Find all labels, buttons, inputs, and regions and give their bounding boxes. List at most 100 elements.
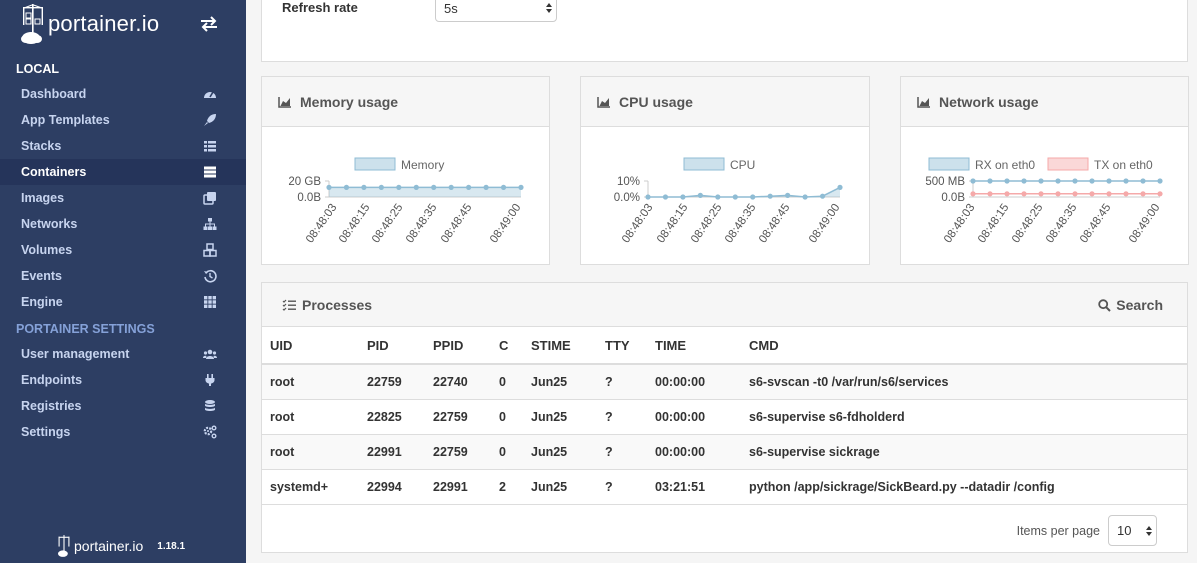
sidebar-item-registries[interactable]: Registries — [0, 393, 246, 419]
cell-uid: systemd+ — [262, 469, 359, 505]
cell-time: 00:00:00 — [647, 399, 741, 435]
area-chart-icon — [917, 96, 930, 108]
data-point — [1021, 178, 1027, 184]
table-row: root 22991 22759 0 Jun25 ? 00:00:00 s6-s… — [262, 434, 1187, 470]
cell-ppid: 22759 — [425, 434, 491, 470]
sidebar-item-label: Events — [21, 269, 62, 283]
cpu-usage-title: CPU usage — [619, 93, 693, 110]
sidebar-item-stacks[interactable]: Stacks — [0, 133, 246, 159]
sidebar-item-label: Stacks — [21, 139, 62, 153]
data-point — [500, 184, 507, 190]
x-tick-label: 08:48:35 — [1044, 202, 1080, 246]
refresh-rate-label: Refresh rate — [282, 0, 358, 15]
series-line — [648, 186, 841, 198]
x-tick-label: 08:48:03 — [942, 202, 978, 246]
crane-logo-icon — [58, 535, 70, 557]
sidebar-item-containers[interactable]: Containers — [0, 159, 246, 185]
cell-time: 00:00:00 — [647, 364, 741, 400]
sidebar: portainer.io LOCAL Dashboard App Templat… — [0, 0, 246, 563]
x-tick-label: 08:48:25 — [689, 202, 725, 246]
cell-cmd: s6-supervise sickrage — [741, 434, 1187, 470]
search-label: Search — [1116, 297, 1163, 313]
exchange-icon[interactable] — [199, 14, 219, 34]
series-area — [329, 187, 521, 197]
data-point — [1072, 178, 1078, 184]
column-header-pid[interactable]: PID — [359, 327, 425, 365]
data-point — [431, 184, 437, 190]
sidebar-item-label: Settings — [21, 425, 71, 439]
data-point — [1055, 191, 1061, 197]
sidebar-item-volumes[interactable]: Volumes — [0, 237, 246, 263]
data-point — [361, 184, 367, 190]
sidebar-item-settings[interactable]: Settings — [0, 419, 246, 445]
sidebar-item-endpoints[interactable]: Endpoints — [0, 367, 246, 393]
table-header-row: UID PID PPID C STIME TTY TIME CMD — [262, 327, 1187, 365]
column-header-uid[interactable]: UID — [262, 327, 359, 365]
column-header-stime[interactable]: STIME — [523, 327, 597, 365]
refresh-rate-select[interactable]: 5s — [435, 0, 557, 22]
cell-stime: Jun25 — [523, 364, 597, 400]
cell-stime: Jun25 — [523, 399, 597, 435]
data-point — [1106, 191, 1112, 197]
items-per-page-label: Items per page — [1016, 523, 1100, 538]
data-point — [1140, 191, 1146, 197]
portainer-logo[interactable]: portainer.io — [20, 2, 159, 46]
x-tick-label: 08:48:35 — [723, 202, 759, 246]
cell-stime: Jun25 — [523, 469, 597, 505]
x-tick-label: 08:48:25 — [1010, 202, 1046, 246]
y-tick-label: 10% — [617, 176, 640, 188]
legend-swatch — [928, 157, 970, 171]
data-point — [343, 184, 350, 190]
sidebar-item-label: Engine — [21, 295, 63, 309]
column-header-ppid[interactable]: PPID — [425, 327, 491, 365]
cogs-icon — [203, 425, 217, 439]
data-point — [1123, 191, 1129, 197]
items-per-page-select[interactable]: 10 — [1108, 515, 1157, 546]
section-local: LOCAL — [16, 62, 60, 76]
server-icon — [203, 165, 217, 179]
column-header-c[interactable]: C — [491, 327, 523, 365]
sidebar-item-dashboard[interactable]: Dashboard — [0, 81, 246, 107]
data-point — [732, 194, 738, 200]
sidebar-item-app-templates[interactable]: App Templates — [0, 107, 246, 133]
users-icon — [203, 347, 217, 361]
sidebar-item-networks[interactable]: Networks — [0, 211, 246, 237]
x-tick-label: 08:49:00 — [807, 202, 843, 246]
cell-c: 2 — [491, 469, 523, 505]
data-point — [715, 194, 721, 200]
x-tick-label: 08:49:00 — [1127, 202, 1163, 246]
clone-icon — [203, 191, 217, 205]
processes-search[interactable]: Search — [1098, 297, 1163, 313]
column-header-tty[interactable]: TTY — [597, 327, 647, 365]
cell-cmd: python /app/sickrage/SickBeard.py --data… — [741, 469, 1187, 505]
sidebar-item-label: Endpoints — [21, 373, 83, 387]
data-point — [785, 192, 791, 198]
column-header-cmd[interactable]: CMD — [741, 327, 1187, 365]
x-tick-label: 08:48:15 — [655, 202, 691, 246]
brand-name: portainer.io — [48, 11, 160, 36]
sidebar-item-images[interactable]: Images — [0, 185, 246, 211]
processes-panel: Processes Search UID PID PPID C STIME TT… — [261, 282, 1188, 553]
column-header-time[interactable]: TIME — [647, 327, 741, 365]
cell-uid: root — [262, 434, 359, 470]
memory-usage-panel: Memory usage Memory 20 GB 0.0B 08:48:03 08:4… — [261, 76, 550, 265]
sidebar-item-engine[interactable]: Engine — [0, 289, 246, 315]
sidebar-item-label: Volumes — [21, 243, 73, 257]
x-tick-label: 08:48:03 — [304, 202, 340, 246]
x-tick-label: 08:48:15 — [337, 202, 373, 246]
cell-tty: ? — [597, 469, 647, 505]
x-tick-label: 08:48:25 — [370, 202, 406, 246]
footer-brand: portainer.io 1.18.1 — [56, 534, 185, 558]
sidebar-item-user-management[interactable]: User management — [0, 341, 246, 367]
cell-tty: ? — [597, 364, 647, 400]
cell-pid: 22825 — [359, 399, 425, 435]
sidebar-item-label: User management — [21, 347, 130, 361]
th-icon — [203, 295, 217, 309]
data-point — [662, 194, 669, 200]
data-point — [518, 184, 524, 190]
cell-pid: 22994 — [359, 469, 425, 505]
cell-cmd: s6-supervise s6-fdholderd — [741, 399, 1187, 435]
sidebar-item-events[interactable]: Events — [0, 263, 246, 289]
data-point — [1072, 191, 1078, 197]
cell-ppid: 22759 — [425, 399, 491, 435]
